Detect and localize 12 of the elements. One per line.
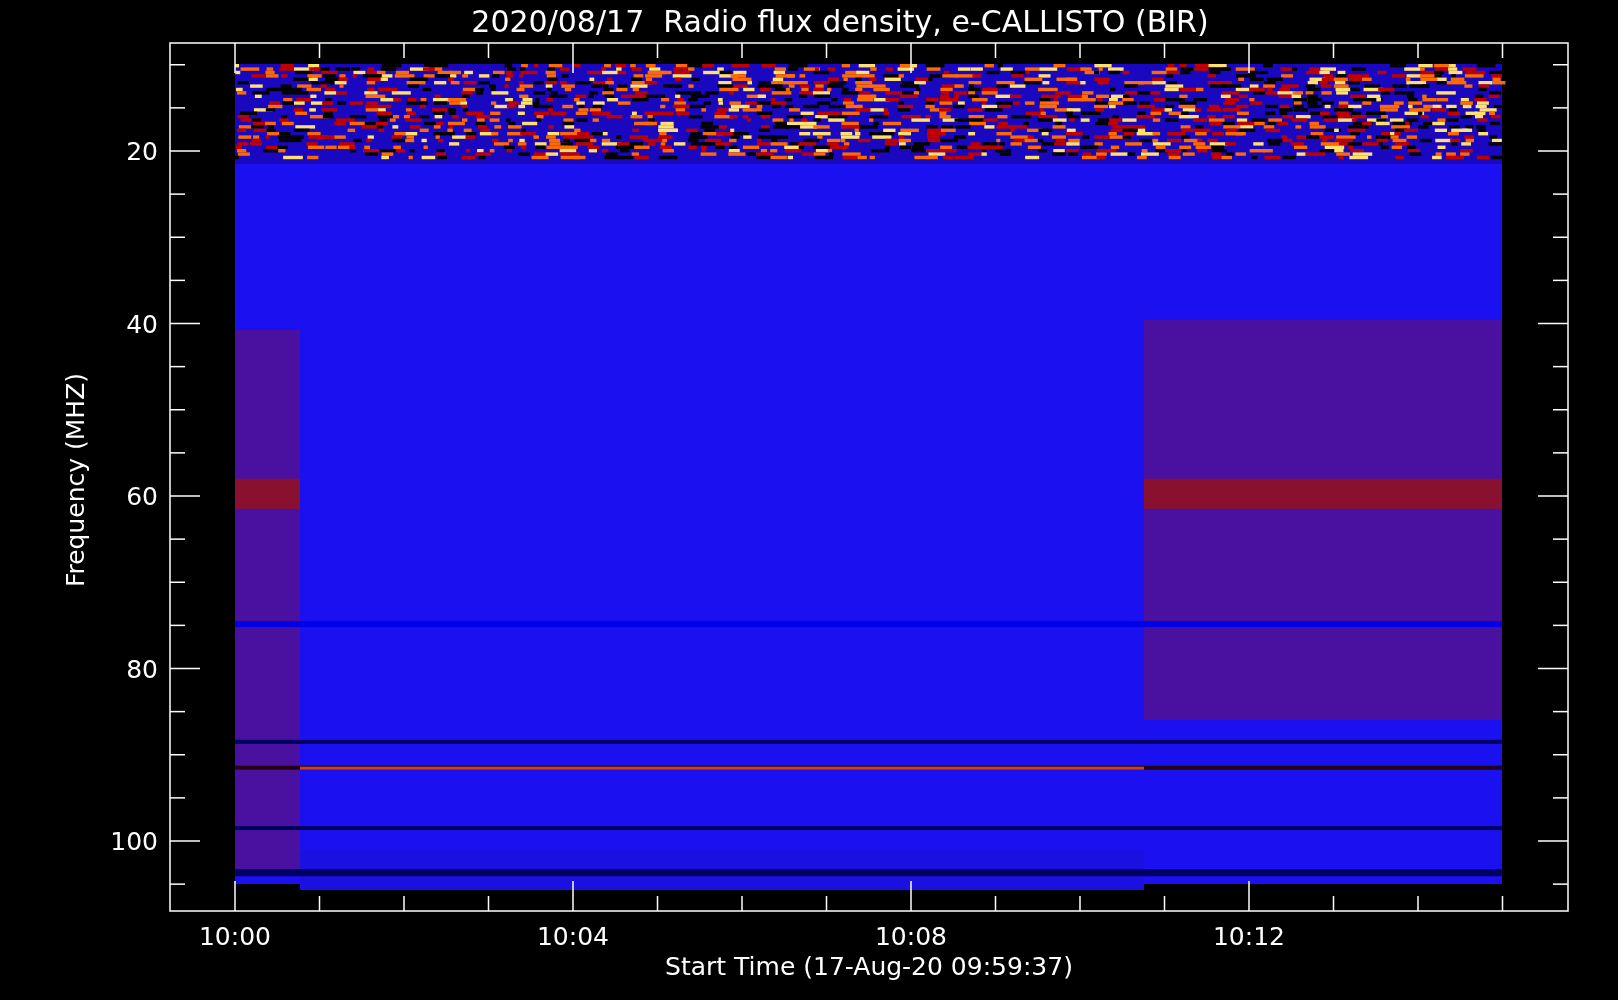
x-tick-label: 10:12 (1213, 922, 1285, 951)
y-tick-label: 80 (126, 654, 158, 684)
y-axis-label: Frequency (MHZ) (61, 372, 90, 588)
y-tick-label: 100 (110, 827, 158, 856)
chart-title: 2020/08/17 Radio flux density, e-CALLISTO (BIR) (471, 4, 1209, 39)
x-tick-label: 10:00 (199, 922, 271, 951)
x-tick-label: 10:04 (537, 922, 609, 951)
y-tick-label: 20 (126, 137, 158, 166)
x-tick-label: 10:08 (875, 922, 947, 951)
x-axis-label: Start Time (17-Aug-20 09:59:37) (665, 952, 1073, 981)
y-tick-label: 60 (126, 482, 158, 511)
y-tick-label: 40 (126, 309, 158, 339)
